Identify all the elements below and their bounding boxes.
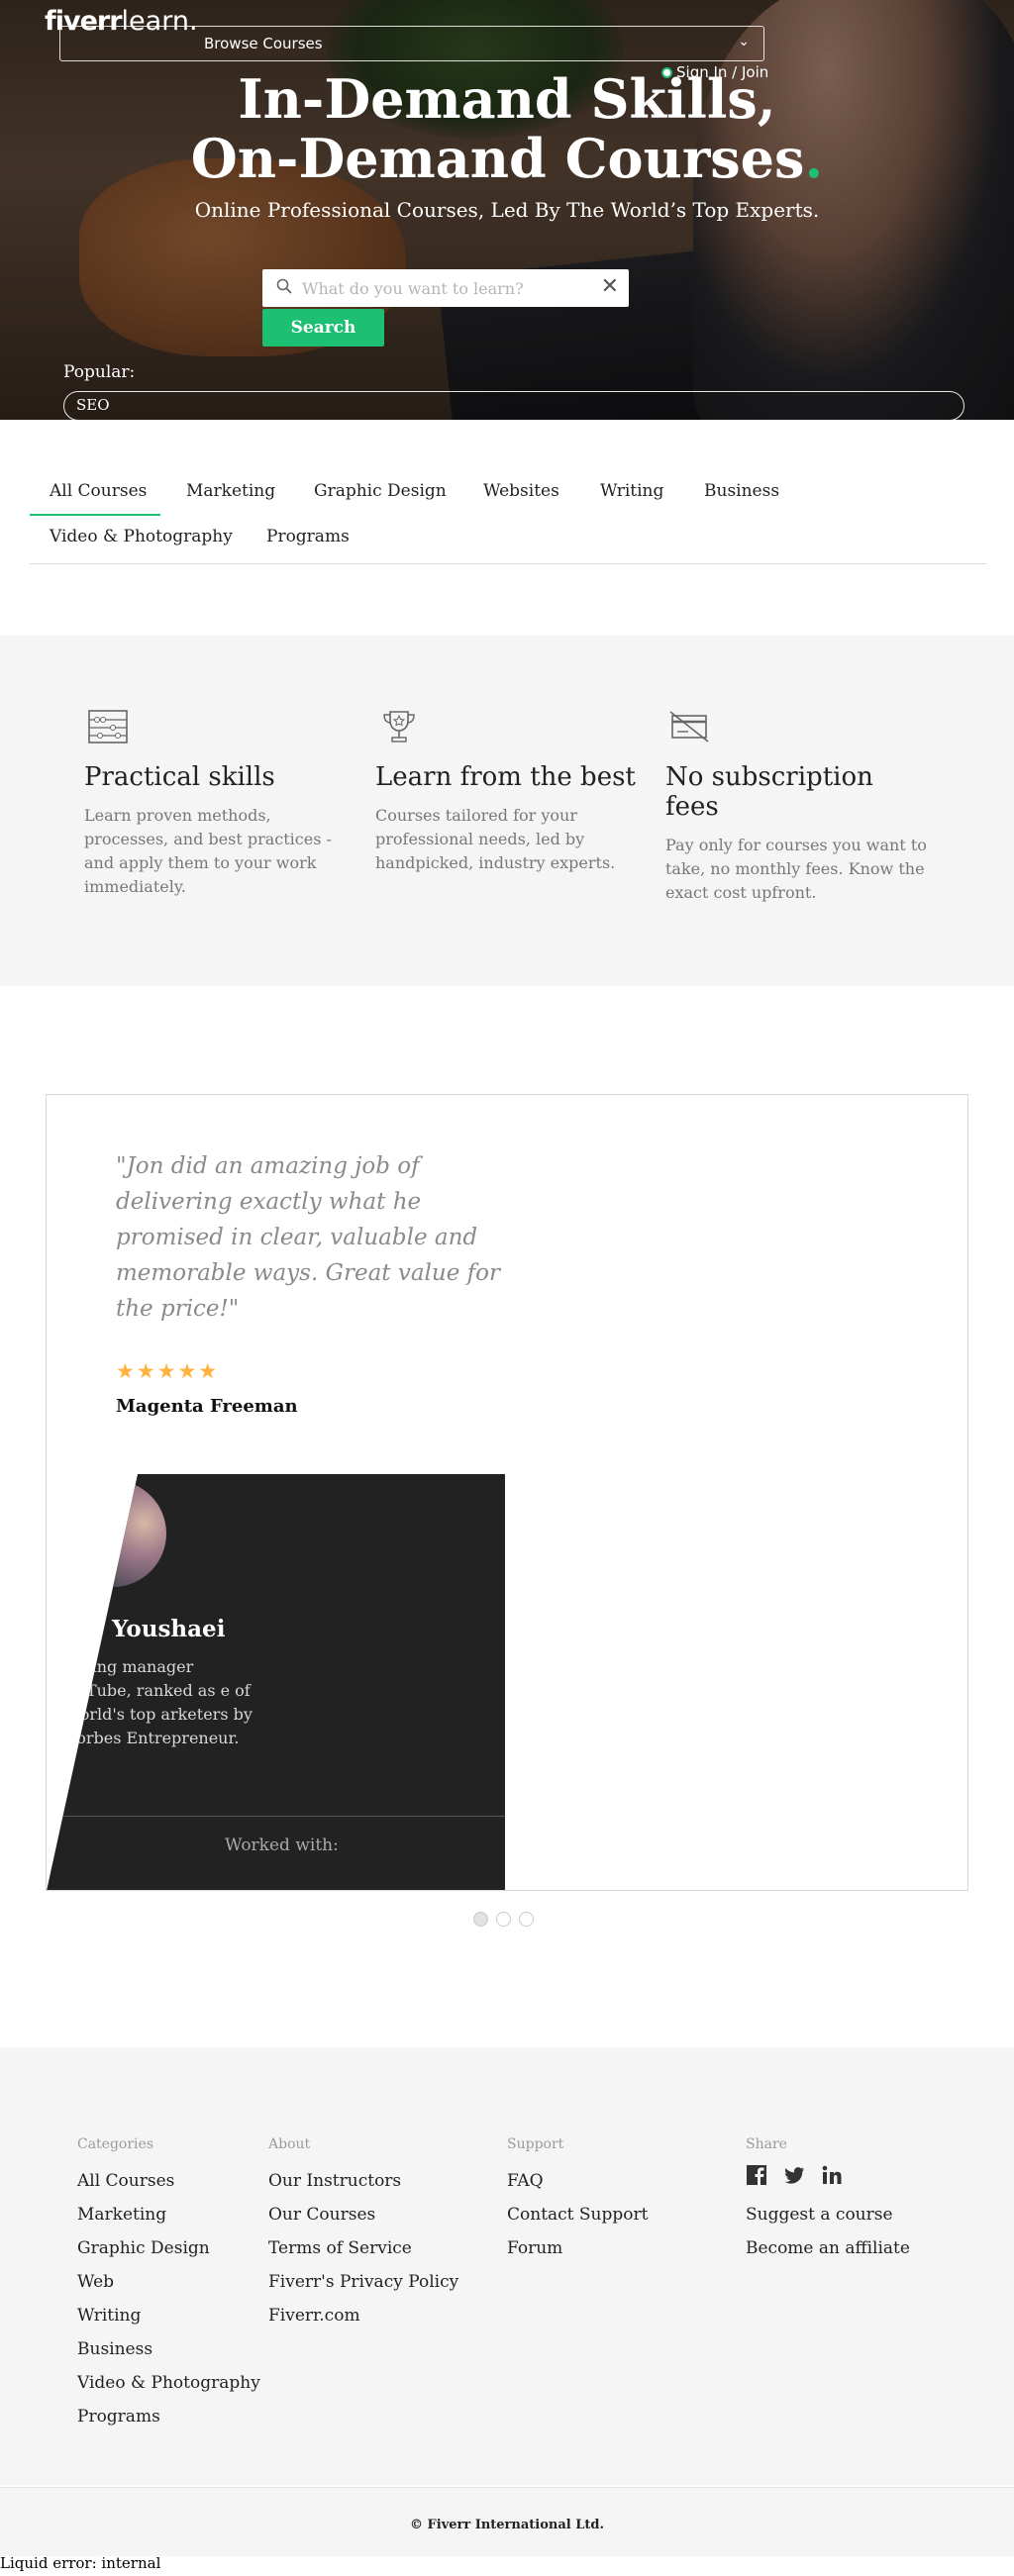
footer-link[interactable]: Fiverr's Privacy Policy bbox=[268, 2265, 458, 2299]
hero-title-line1: In-Demand Skills, bbox=[238, 67, 776, 131]
footer-heading: Categories bbox=[77, 2136, 153, 2152]
footer-heading: Support bbox=[507, 2136, 564, 2152]
popular-tag-seo[interactable]: SEO bbox=[63, 391, 964, 420]
footer-link[interactable]: Video & Photography bbox=[77, 2366, 260, 2400]
reviewer-name: Magenta Freeman bbox=[116, 1396, 298, 1417]
footer-heading: Share bbox=[746, 2136, 787, 2152]
avatar bbox=[111, 1480, 166, 1587]
feature-learn-from-best: Learn from the best Courses tailored for… bbox=[375, 709, 643, 875]
hero-subtitle: Online Professional Courses, Led By The … bbox=[194, 198, 820, 222]
hero-title-dot: . bbox=[804, 127, 824, 190]
footer-link[interactable]: Contact Support bbox=[507, 2198, 648, 2231]
active-tab-indicator bbox=[30, 514, 160, 516]
instructor-panel: Youshaei keting manager ouTube, ranked a… bbox=[47, 1474, 505, 1890]
search-input[interactable] bbox=[302, 273, 589, 303]
hero-title-line2-text: On-Demand Courses bbox=[190, 127, 805, 190]
tab-all-courses[interactable]: All Courses bbox=[50, 481, 147, 501]
footer-link[interactable]: FAQ bbox=[507, 2164, 648, 2198]
footer-heading: About bbox=[268, 2136, 311, 2152]
tab-websites[interactable]: Websites bbox=[483, 481, 559, 501]
carousel-dot[interactable] bbox=[473, 1912, 488, 1927]
tab-business[interactable]: Business bbox=[704, 481, 779, 501]
feature-title: Learn from the best bbox=[375, 762, 636, 792]
share-icons bbox=[746, 2164, 910, 2186]
footer-link[interactable]: Writing bbox=[77, 2299, 260, 2332]
footer-link[interactable]: Programs bbox=[77, 2400, 260, 2433]
no-credit-card-icon bbox=[669, 711, 709, 743]
feature-text: Courses tailored for your professional n… bbox=[375, 806, 616, 872]
features-section: Practical skills Learn proven methods, p… bbox=[0, 636, 1014, 986]
instructor-bio: keting manager ouTube, ranked as e of wo… bbox=[66, 1657, 253, 1747]
tab-programs[interactable]: Programs bbox=[266, 527, 350, 546]
carousel-dot[interactable] bbox=[496, 1912, 511, 1927]
footer-link[interactable]: Marketing bbox=[77, 2198, 260, 2231]
footer-link[interactable]: Business bbox=[77, 2332, 260, 2366]
error-message: Liquid error: internal bbox=[0, 2554, 161, 2572]
browse-courses-label: Browse Courses bbox=[204, 35, 323, 52]
footer-link[interactable]: Forum bbox=[507, 2231, 648, 2265]
footer-link[interactable]: All Courses bbox=[77, 2164, 260, 2198]
twitter-icon[interactable] bbox=[783, 2164, 805, 2186]
tab-graphic-design[interactable]: Graphic Design bbox=[314, 481, 447, 501]
divider bbox=[47, 1816, 505, 1817]
testimonial-card: "Jon did an amazing job of delivering ex… bbox=[46, 1094, 968, 1891]
trophy-icon bbox=[383, 711, 415, 743]
hero-banner: fiverrlearn. Browse Courses ⌄ Sign In / … bbox=[0, 0, 1014, 420]
carousel-dot[interactable] bbox=[519, 1912, 534, 1927]
footer-link[interactable]: Fiverr.com bbox=[268, 2299, 458, 2332]
chevron-down-icon: ⌄ bbox=[738, 34, 750, 50]
instructor-name: Youshaei bbox=[112, 1616, 226, 1642]
feature-text: Pay only for courses you want to take, n… bbox=[665, 836, 927, 902]
linkedin-icon[interactable] bbox=[821, 2164, 843, 2186]
footer-support: Support FAQ Contact Support Forum bbox=[507, 2136, 648, 2265]
copyright-bar: © Fiverr International Ltd. bbox=[0, 2487, 1014, 2556]
feature-practical-skills: Practical skills Learn proven methods, p… bbox=[84, 709, 352, 899]
feature-title: No subscription fees bbox=[665, 762, 873, 822]
footer-link[interactable]: Graphic Design bbox=[77, 2231, 260, 2265]
worked-with-label: Worked with: bbox=[225, 1835, 339, 1855]
footer-link[interactable]: Our Courses bbox=[268, 2198, 458, 2231]
footer-link[interactable]: Become an affiliate bbox=[746, 2231, 910, 2265]
footer-categories: Categories All Courses Marketing Graphic… bbox=[77, 2136, 260, 2433]
search-box: ✕ bbox=[262, 269, 629, 307]
category-tabs: All Courses Marketing Graphic Design Web… bbox=[30, 465, 986, 564]
search-button[interactable]: Search bbox=[262, 309, 384, 347]
footer-link[interactable]: Our Instructors bbox=[268, 2164, 458, 2198]
browse-courses-dropdown[interactable]: Browse Courses ⌄ bbox=[59, 26, 764, 61]
copyright-text: © Fiverr International Ltd. bbox=[410, 2518, 604, 2532]
feature-title: Practical skills bbox=[84, 762, 275, 792]
facebook-icon[interactable] bbox=[746, 2164, 767, 2186]
feature-no-subscription: No subscription fees Pay only for course… bbox=[665, 709, 933, 905]
feature-text: Learn proven methods, processes, and bes… bbox=[84, 806, 332, 896]
footer-link[interactable]: Web bbox=[77, 2265, 260, 2299]
footer-link[interactable]: Terms of Service bbox=[268, 2231, 458, 2265]
carousel-dots bbox=[473, 1912, 542, 1931]
tab-writing[interactable]: Writing bbox=[600, 481, 663, 501]
popular-label: Popular: bbox=[63, 362, 136, 382]
testimonial-quote: "Jon did an amazing job of delivering ex… bbox=[116, 1153, 501, 1322]
search-icon bbox=[276, 278, 292, 294]
footer-link[interactable]: Suggest a course bbox=[746, 2198, 910, 2231]
footer-about: About Our Instructors Our Courses Terms … bbox=[268, 2136, 458, 2332]
close-icon[interactable]: ✕ bbox=[601, 274, 619, 299]
abacus-icon bbox=[88, 710, 128, 743]
tab-video-photography[interactable]: Video & Photography bbox=[50, 527, 233, 546]
site-footer: Categories All Courses Marketing Graphic… bbox=[0, 2047, 1014, 2485]
hero-title-line2: On-Demand Courses. bbox=[0, 129, 1014, 188]
footer-share: Share Suggest a course Become an affilia… bbox=[746, 2136, 910, 2265]
tab-marketing[interactable]: Marketing bbox=[186, 481, 275, 501]
star-rating: ★★★★★ bbox=[116, 1359, 220, 1383]
